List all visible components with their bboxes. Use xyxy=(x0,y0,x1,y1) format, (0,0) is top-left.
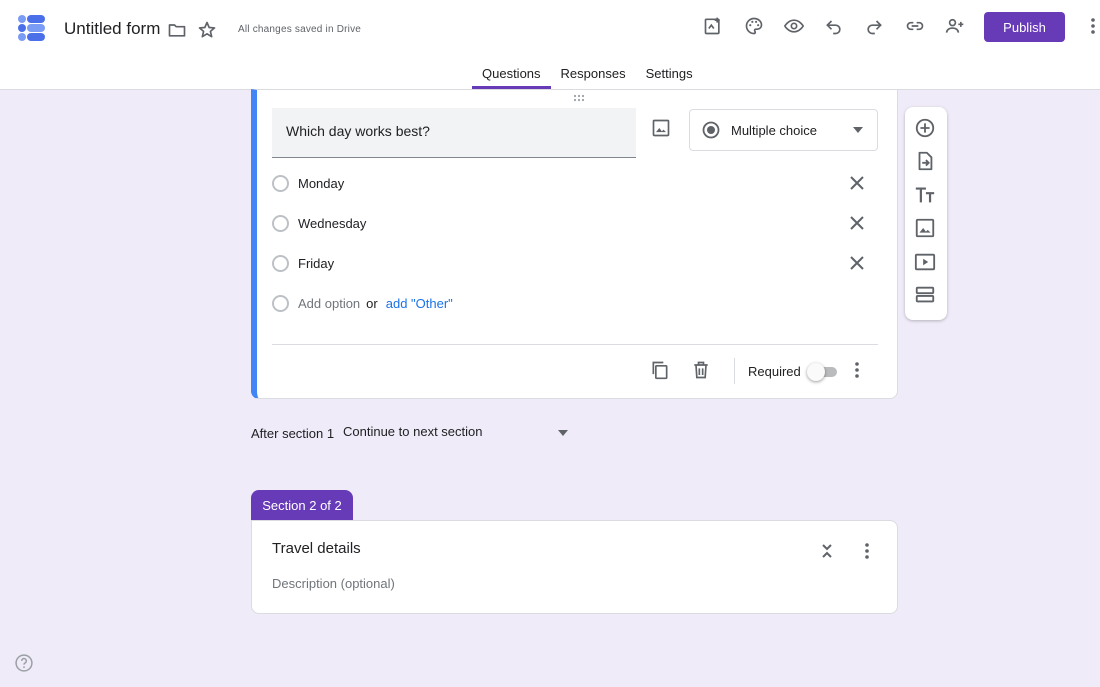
option-row: Wednesday xyxy=(272,211,872,235)
tab-responses[interactable]: Responses xyxy=(551,60,636,89)
radio-icon xyxy=(272,294,289,312)
folder-icon[interactable] xyxy=(165,18,189,42)
link-icon[interactable] xyxy=(903,14,927,38)
remove-option-icon[interactable] xyxy=(847,213,867,233)
save-status: All changes saved in Drive xyxy=(238,24,362,35)
option-text[interactable]: Friday xyxy=(298,256,334,271)
undo-icon[interactable] xyxy=(822,14,846,38)
question-title-input[interactable]: Which day works best? xyxy=(272,108,636,158)
preview-icon[interactable] xyxy=(782,14,806,38)
customize-icon[interactable] xyxy=(701,14,725,38)
required-toggle[interactable] xyxy=(807,363,837,381)
publish-button[interactable]: Publish xyxy=(984,12,1065,42)
section-title[interactable]: Travel details xyxy=(272,540,361,557)
radio-icon xyxy=(272,254,289,272)
form-title[interactable]: Untitled form xyxy=(64,19,160,39)
radio-icon xyxy=(272,174,289,192)
add-image-icon[interactable] xyxy=(651,118,675,142)
option-text[interactable]: Wednesday xyxy=(298,216,366,231)
floating-toolbar xyxy=(905,107,947,320)
form-tabs: Questions Responses Settings xyxy=(472,60,703,90)
remove-option-icon[interactable] xyxy=(847,253,867,273)
remove-option-icon[interactable] xyxy=(847,173,867,193)
divider xyxy=(734,358,735,384)
caret-down-icon xyxy=(558,430,568,436)
add-image-icon[interactable] xyxy=(914,217,938,241)
more-vert-icon[interactable] xyxy=(1083,14,1100,38)
star-icon[interactable] xyxy=(195,18,219,42)
option-row: Monday xyxy=(272,171,872,195)
add-option-row: Add option or add "Other" xyxy=(272,291,872,315)
option-row: Friday xyxy=(272,251,872,275)
question-type-select[interactable]: Multiple choice xyxy=(689,109,878,151)
or-label: or xyxy=(366,295,378,311)
divider xyxy=(272,344,878,345)
add-other-button[interactable]: add "Other" xyxy=(386,296,453,311)
more-options-icon[interactable] xyxy=(857,541,877,563)
question-type-label: Multiple choice xyxy=(731,122,817,138)
option-text[interactable]: Monday xyxy=(298,176,344,191)
add-video-icon[interactable] xyxy=(914,251,938,275)
after-section-value: Continue to next section xyxy=(343,424,483,439)
add-collaborator-icon[interactable] xyxy=(943,14,967,38)
add-question-icon[interactable] xyxy=(914,117,938,141)
drag-handle-icon[interactable] xyxy=(573,94,587,102)
section-tab: Section 2 of 2 xyxy=(251,490,353,521)
duplicate-icon[interactable] xyxy=(650,360,672,382)
section-description-input[interactable]: Description (optional) xyxy=(272,576,395,591)
collapse-icon[interactable] xyxy=(817,541,837,561)
palette-icon[interactable] xyxy=(742,14,766,38)
add-title-icon[interactable] xyxy=(914,184,938,208)
after-section-select[interactable]: Continue to next section xyxy=(343,424,573,444)
required-label: Required xyxy=(748,364,801,379)
import-questions-icon[interactable] xyxy=(914,150,938,174)
delete-icon[interactable] xyxy=(691,360,713,382)
caret-down-icon xyxy=(853,127,863,133)
radio-checked-icon xyxy=(702,121,720,139)
question-card[interactable]: Which day works best? Multiple choice Mo… xyxy=(251,89,898,399)
add-section-icon[interactable] xyxy=(914,284,938,308)
section-card[interactable]: Travel details Description (optional) xyxy=(251,520,898,614)
more-options-icon[interactable] xyxy=(847,360,867,382)
tab-questions[interactable]: Questions xyxy=(472,60,551,89)
forms-logo-icon[interactable] xyxy=(17,14,47,42)
redo-icon[interactable] xyxy=(862,14,886,38)
tab-settings[interactable]: Settings xyxy=(636,60,703,89)
after-section-label: After section 1 xyxy=(251,426,335,441)
app-header: Untitled form All changes saved in Drive… xyxy=(0,0,1100,90)
help-icon[interactable] xyxy=(14,653,34,673)
radio-icon xyxy=(272,214,289,232)
add-option-button[interactable]: Add option xyxy=(298,296,360,311)
